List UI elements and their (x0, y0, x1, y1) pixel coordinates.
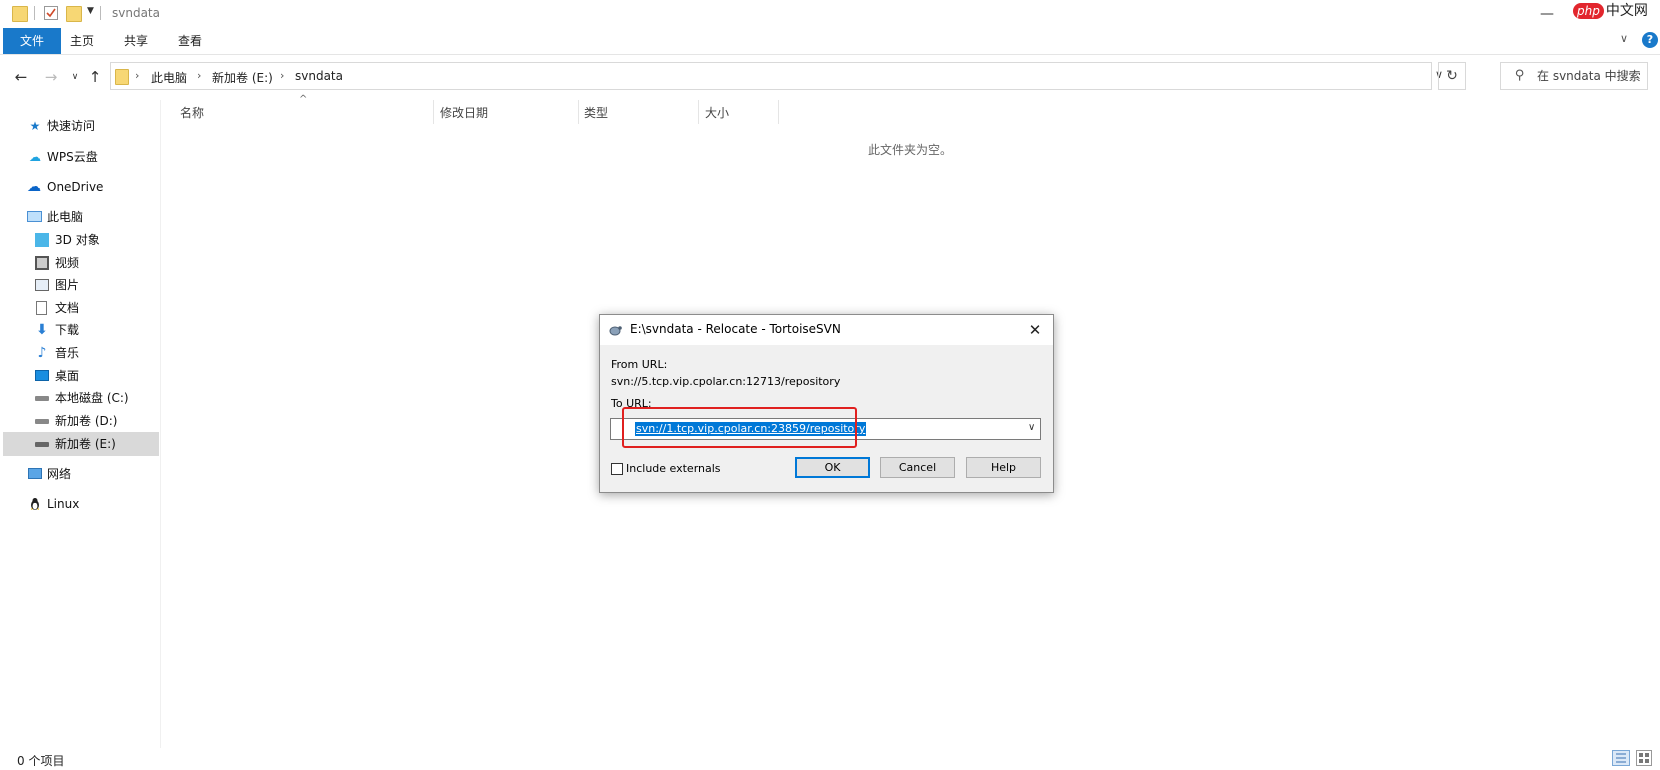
expand-ribbon-chevron-icon[interactable]: ∨ (1620, 32, 1628, 45)
up-button[interactable]: ↑ (86, 68, 104, 86)
network-icon (28, 468, 42, 479)
computer-icon (27, 211, 42, 222)
sidebar-item-drive-e[interactable]: 新加卷 (E:) (3, 432, 159, 456)
sidebar-item-onedrive[interactable]: ☁ OneDrive (3, 175, 159, 199)
dialog-title-bar: E:\svndata - Relocate - TortoiseSVN ✕ (600, 315, 1053, 345)
refresh-button[interactable]: ↻ (1438, 62, 1466, 90)
sort-ascending-icon: ^ (299, 94, 308, 105)
tab-home[interactable]: 主页 (58, 28, 106, 54)
breadcrumb-separator[interactable]: › (197, 69, 201, 82)
relocate-dialog: E:\svndata - Relocate - TortoiseSVN ✕ Fr… (599, 314, 1054, 493)
film-icon (35, 256, 49, 270)
address-bar[interactable]: › 此电脑 › 新加卷 (E:) › svndata ∨ (110, 62, 1443, 90)
dialog-title: E:\svndata - Relocate - TortoiseSVN (630, 322, 841, 336)
include-externals-checkbox[interactable] (611, 463, 623, 475)
window-title: svndata (112, 6, 160, 20)
drive-icon (35, 396, 49, 401)
onedrive-icon: ☁ (27, 179, 41, 195)
php-logo: php 中文网 (1573, 0, 1660, 20)
column-divider[interactable] (578, 100, 579, 124)
separator (34, 6, 35, 20)
ribbon-tabs: 文件 主页 共享 查看 (0, 28, 1660, 55)
cube-icon (35, 233, 49, 247)
title-bar: ▼ svndata — php 中文网 (0, 0, 1660, 28)
highlight-annotation-box (622, 407, 857, 448)
minimize-button[interactable]: — (1537, 4, 1557, 24)
navigation-pane: ★ 快速访问 ☁ WPS云盘 ☁ OneDrive 此电脑 3D 对象 视频 图… (0, 100, 161, 748)
sidebar-item-linux[interactable]: Linux (3, 492, 159, 516)
from-url-value: svn://5.tcp.vip.cpolar.cn:12713/reposito… (611, 375, 841, 388)
picture-icon (35, 279, 49, 291)
document-icon (36, 301, 47, 315)
status-item-count: 0 个项目 (17, 754, 65, 768)
desktop-icon (35, 370, 49, 381)
properties-icon[interactable] (44, 6, 58, 20)
music-icon: ♪ (37, 345, 47, 361)
sidebar-item-drive-d[interactable]: 新加卷 (D:) (3, 409, 159, 433)
column-header-date[interactable]: 修改日期 (440, 104, 488, 121)
breadcrumb-this-pc[interactable]: 此电脑 (151, 69, 187, 86)
cancel-button[interactable]: Cancel (880, 457, 955, 478)
separator (100, 6, 101, 20)
tab-share[interactable]: 共享 (112, 28, 160, 54)
column-header-size[interactable]: 大小 (705, 104, 729, 121)
include-externals-label[interactable]: Include externals (626, 462, 721, 475)
to-url-dropdown-chevron-icon[interactable]: ∨ (1028, 422, 1035, 433)
sidebar-item-documents[interactable]: 文档 (3, 296, 159, 320)
drive-icon (35, 419, 49, 424)
folder-icon (115, 69, 129, 85)
help-button[interactable]: Help (966, 457, 1041, 478)
empty-folder-message: 此文件夹为空。 (868, 143, 953, 157)
recent-locations-chevron-icon[interactable]: ∨ (66, 68, 84, 86)
new-folder-icon[interactable] (66, 6, 82, 22)
sidebar-item-desktop[interactable]: 桌面 (3, 364, 159, 388)
column-divider[interactable] (778, 100, 779, 124)
breadcrumb-separator[interactable]: › (280, 69, 284, 82)
sidebar-item-quick-access[interactable]: ★ 快速访问 (3, 114, 159, 138)
column-divider[interactable] (698, 100, 699, 124)
back-button[interactable]: ← (12, 68, 30, 86)
ok-button[interactable]: OK (795, 457, 870, 478)
tab-file[interactable]: 文件 (3, 28, 61, 54)
help-icon[interactable]: ? (1642, 32, 1658, 48)
drive-icon (35, 442, 49, 447)
sidebar-item-network[interactable]: 网络 (3, 462, 159, 486)
sidebar-item-videos[interactable]: 视频 (3, 251, 159, 275)
search-input[interactable] (1537, 63, 1645, 89)
sidebar-item-this-pc[interactable]: 此电脑 (3, 205, 159, 229)
sidebar-item-drive-c[interactable]: 本地磁盘 (C:) (3, 386, 159, 410)
tortoisesvn-icon (608, 323, 622, 337)
forward-button[interactable]: → (42, 68, 60, 86)
sidebar-item-downloads[interactable]: ⬇ 下载 (3, 318, 159, 342)
download-icon: ⬇ (36, 322, 48, 338)
cloud-icon: ☁ (29, 150, 41, 164)
search-icon: ⚲ (1515, 68, 1525, 83)
star-icon: ★ (29, 119, 41, 133)
folder-icon (12, 6, 28, 22)
sidebar-item-wps-cloud[interactable]: ☁ WPS云盘 (3, 145, 159, 169)
large-icons-view-icon[interactable] (1636, 750, 1652, 766)
search-box[interactable]: ⚲ (1500, 62, 1648, 90)
linux-icon (28, 497, 42, 511)
column-header-type[interactable]: 类型 (584, 104, 608, 121)
sidebar-item-music[interactable]: ♪ 音乐 (3, 341, 159, 365)
breadcrumb-separator[interactable]: › (135, 69, 139, 82)
details-view-icon[interactable] (1612, 750, 1630, 766)
breadcrumb-drive-e[interactable]: 新加卷 (E:) (212, 69, 273, 86)
column-divider[interactable] (433, 100, 434, 124)
sidebar-item-pictures[interactable]: 图片 (3, 273, 159, 297)
from-url-label: From URL: (611, 358, 668, 371)
close-button[interactable]: ✕ (1025, 320, 1045, 340)
breadcrumb-svndata[interactable]: svndata (295, 69, 343, 83)
tab-view[interactable]: 查看 (166, 28, 214, 54)
customize-toolbar-chevron-icon[interactable]: ▼ (87, 6, 94, 16)
column-header-name[interactable]: 名称 (180, 104, 204, 121)
sidebar-item-3d-objects[interactable]: 3D 对象 (3, 228, 159, 252)
